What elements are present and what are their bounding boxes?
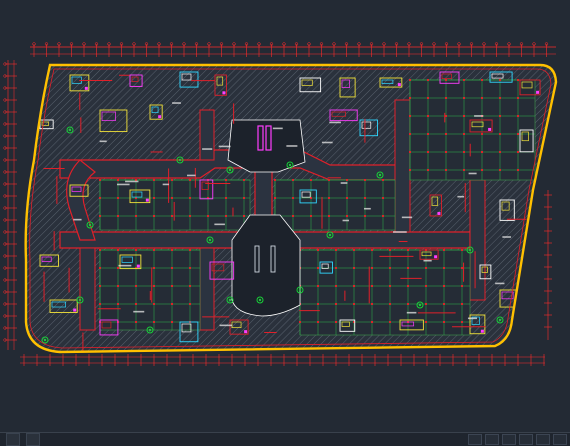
ortho-toggle-button[interactable] (502, 434, 516, 445)
lineweight-toggle-button[interactable] (553, 434, 567, 445)
grid-toggle-button[interactable] (485, 434, 499, 445)
layout-tab-layout1[interactable] (26, 433, 40, 446)
polar-toggle-button[interactable] (519, 434, 533, 445)
osnap-toggle-button[interactable] (536, 434, 550, 445)
layout-tab-model[interactable] (6, 433, 20, 446)
drawing-viewport[interactable] (0, 0, 570, 432)
floor-plate (25, 65, 556, 352)
cad-application (0, 0, 570, 446)
snap-toggle-button[interactable] (468, 434, 482, 445)
status-bar (0, 432, 570, 446)
lower-atrium (231, 214, 301, 317)
left-dimension-line (7, 60, 15, 350)
